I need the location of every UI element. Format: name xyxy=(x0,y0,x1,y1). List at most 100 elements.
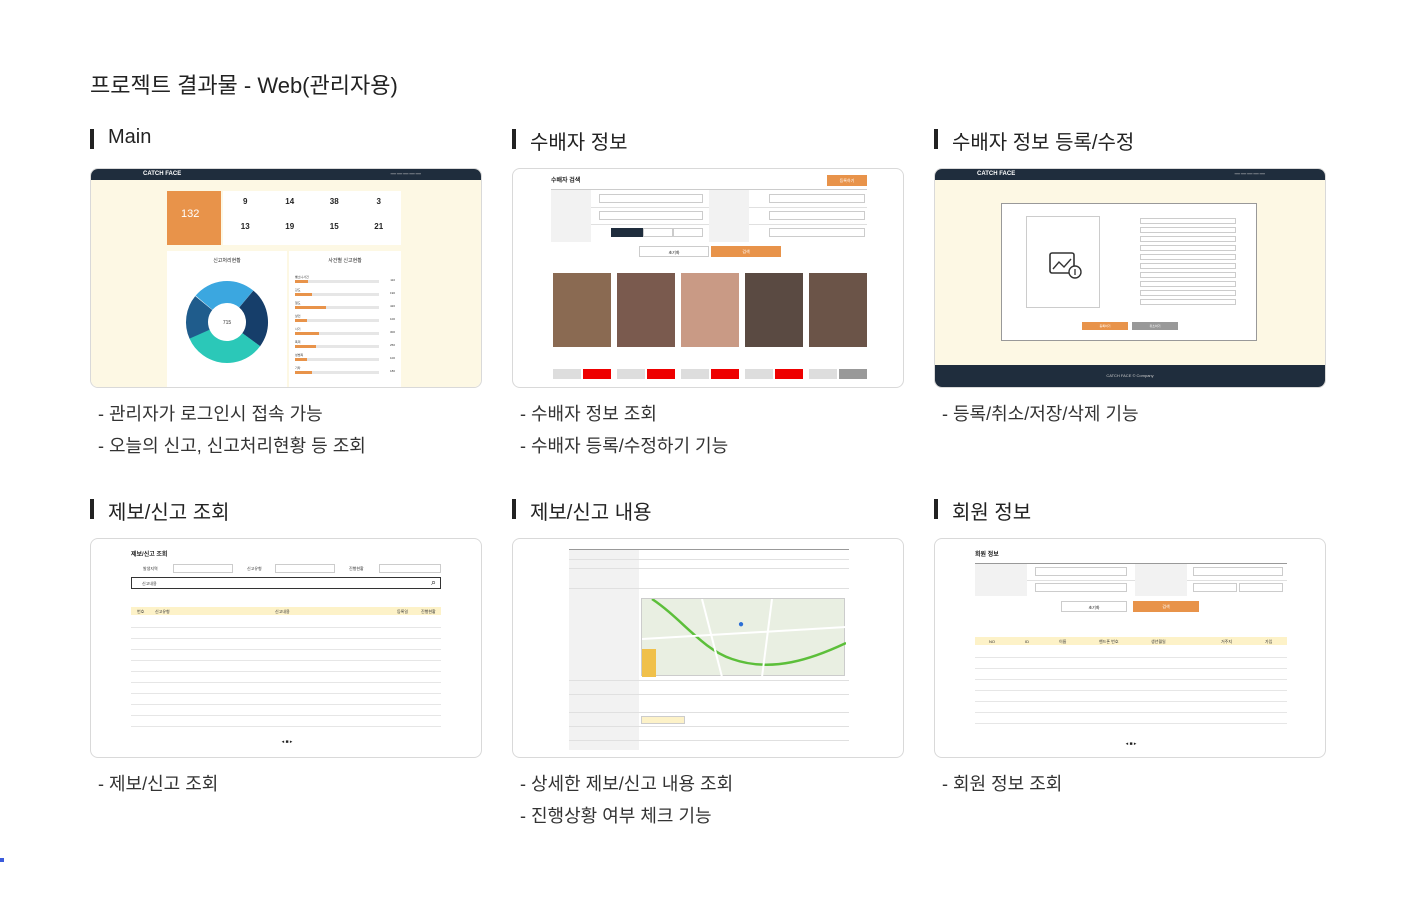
donut-center: 715 xyxy=(223,320,232,326)
stat-6: 19 xyxy=(285,222,295,231)
search-title: 수배자 검색 xyxy=(551,178,581,184)
register-button[interactable]: 등록하기 xyxy=(827,175,867,186)
column-header: 가입 xyxy=(1265,639,1273,644)
desc-line: - 오늘의 신고, 신고처리현황 등 조회 xyxy=(98,436,366,456)
wanted-photo xyxy=(745,273,803,347)
screenshot-wanted-edit: CATCH FACE ━━━ ━━━ ━━━ ━━━ ━━━ 등록하기 취소하기 xyxy=(934,168,1326,388)
bar-value: 250 xyxy=(389,343,395,347)
stat-3: 38 xyxy=(329,197,339,206)
stat-8: 21 xyxy=(374,222,384,231)
bar-fill xyxy=(295,293,313,296)
desc-line: - 수배자 등록/수정하기 기능 xyxy=(520,436,729,456)
filter-label: 발생지역 xyxy=(143,566,158,571)
bar-panel: 사건별 신고현황 뺑소니사건 110 강도 190 절도 420 살인 100 사기 300 폭력 2… xyxy=(289,251,401,387)
pagination[interactable]: ◂ ■ ▸ xyxy=(277,739,297,747)
desc-line: - 회원 정보 조회 xyxy=(942,774,1063,794)
bar-label: 뺑소니사건 xyxy=(295,275,309,279)
desc-line: - 수배자 정보 조회 xyxy=(520,404,657,424)
bar-fill xyxy=(295,306,327,309)
section-title-report-list: 제보/신고 조회 xyxy=(90,496,230,525)
bar-value: 180 xyxy=(389,369,395,373)
desc-line: - 제보/신고 조회 xyxy=(98,774,219,794)
column-header: NO xyxy=(989,639,995,644)
page-title: 프로젝트 결과물 - Web(관리자용) xyxy=(90,73,398,98)
donut-panel: 신고처리현황 715 xyxy=(167,251,287,387)
bar-label: 성범죄 xyxy=(295,353,304,357)
bar-label: 강도 xyxy=(295,288,301,292)
column-header: 생년월일 xyxy=(1151,639,1166,644)
status-button[interactable] xyxy=(641,716,685,724)
column-header: 신고유형 xyxy=(155,609,170,614)
map[interactable]: ● xyxy=(641,597,847,678)
stat-5: 13 xyxy=(240,222,250,231)
desc-wanted: - 수배자 정보 조회 - 수배자 등록/수정하기 기능 xyxy=(520,398,728,462)
section-title-main: Main xyxy=(90,126,151,149)
member-table-body xyxy=(975,647,1287,727)
bar-label: 사기 xyxy=(295,327,301,331)
edit-form: 등록하기 취소하기 xyxy=(1001,203,1257,341)
desc-line: - 관리자가 로그인시 접속 가능 xyxy=(98,404,323,424)
save-button[interactable]: 등록하기 xyxy=(1082,322,1128,330)
section-title-wanted: 수배자 정보 xyxy=(512,126,628,155)
bar-row: 성범죄 100 xyxy=(295,353,395,366)
total-count-box: 132 xyxy=(167,191,221,245)
desc-report-list: - 제보/신고 조회 xyxy=(98,768,218,800)
bar-value: 100 xyxy=(389,356,395,360)
search-icon[interactable]: ⌕ xyxy=(431,577,436,588)
members-title: 회원 정보 xyxy=(975,552,999,558)
search-bar[interactable]: 신고내용 ⌕ xyxy=(131,577,441,589)
column-header: ID xyxy=(1025,639,1029,644)
table-header: 번호 신고유형 신고내용 등록일 진행현황 xyxy=(131,607,441,615)
bar-label: 절도 xyxy=(295,301,301,305)
reset-button[interactable]: 초기화 xyxy=(639,246,709,257)
wanted-photo xyxy=(809,273,867,347)
member-filter-table xyxy=(975,563,1287,596)
bar-title: 사건별 신고현황 xyxy=(328,258,362,264)
filter-table xyxy=(551,189,867,242)
stats-box: 9 14 38 3 13 19 15 21 xyxy=(223,191,401,245)
photo-upload[interactable] xyxy=(1026,216,1100,308)
map-pin-icon: ● xyxy=(738,619,745,630)
filter-label: 신고유형 xyxy=(247,566,262,571)
screenshot-report-detail: ● xyxy=(512,538,904,758)
bar-fill xyxy=(295,280,308,283)
wanted-photo xyxy=(553,273,611,347)
desc-report-detail: - 상세한 제보/신고 내용 조회 - 진행상황 여부 체크 기능 xyxy=(520,768,733,832)
bar-value: 110 xyxy=(390,278,395,282)
column-header: 이름 xyxy=(1059,639,1067,644)
screenshot-members: 회원 정보 초기화 검색 NO ID 이름 핸드폰 번호 생년월일 거주지 가입… xyxy=(934,538,1326,758)
top-nav: CATCH FACE ━━━ ━━━ ━━━ ━━━ ━━━ xyxy=(91,169,481,180)
report-list-title: 제보/신고 조회 xyxy=(131,552,168,558)
bar-row: 절도 420 xyxy=(295,301,395,314)
detail-table: ● xyxy=(569,549,849,750)
filter-row: 발생지역 신고유형 진행현황 xyxy=(131,564,441,574)
bar-row: 사기 300 xyxy=(295,327,395,340)
footer: CATCH FACE © Company xyxy=(935,365,1325,387)
screenshot-wanted: 수배자 검색 등록하기 초기화 검색 xyxy=(512,168,904,388)
bar-fill xyxy=(295,332,319,335)
nav-links: ━━━ ━━━ ━━━ ━━━ ━━━ xyxy=(1234,172,1265,176)
desc-members: - 회원 정보 조회 xyxy=(942,768,1062,800)
stat-2: 14 xyxy=(285,197,295,206)
bar-label: 살인 xyxy=(295,314,301,318)
reset-button[interactable]: 초기화 xyxy=(1061,601,1127,612)
wanted-photo xyxy=(617,273,675,347)
search-button[interactable]: 검색 xyxy=(1133,601,1199,612)
bar-fill xyxy=(295,319,307,322)
column-header: 진행현황 xyxy=(421,609,436,614)
column-header: 거주지 xyxy=(1221,639,1233,644)
search-label: 신고내용 xyxy=(142,581,157,586)
column-header: 핸드폰 번호 xyxy=(1099,639,1119,644)
pagination[interactable]: ◂ ■ ▸ xyxy=(1121,741,1141,749)
bar-row: 폭력 250 xyxy=(295,340,395,353)
cancel-button[interactable]: 취소하기 xyxy=(1132,322,1178,330)
bar-value: 190 xyxy=(389,291,395,295)
bar-row: 살인 100 xyxy=(295,314,395,327)
nav-links: ━━━ ━━━ ━━━ ━━━ ━━━ xyxy=(390,172,421,176)
corner-accent xyxy=(0,858,4,862)
desc-line: - 진행상황 여부 체크 기능 xyxy=(520,806,712,826)
screenshot-main: CATCH FACE ━━━ ━━━ ━━━ ━━━ ━━━ 132 9 14 … xyxy=(90,168,482,388)
bar-value: 420 xyxy=(389,304,395,308)
filter-label: 진행현황 xyxy=(349,566,364,571)
search-button[interactable]: 검색 xyxy=(711,246,781,257)
